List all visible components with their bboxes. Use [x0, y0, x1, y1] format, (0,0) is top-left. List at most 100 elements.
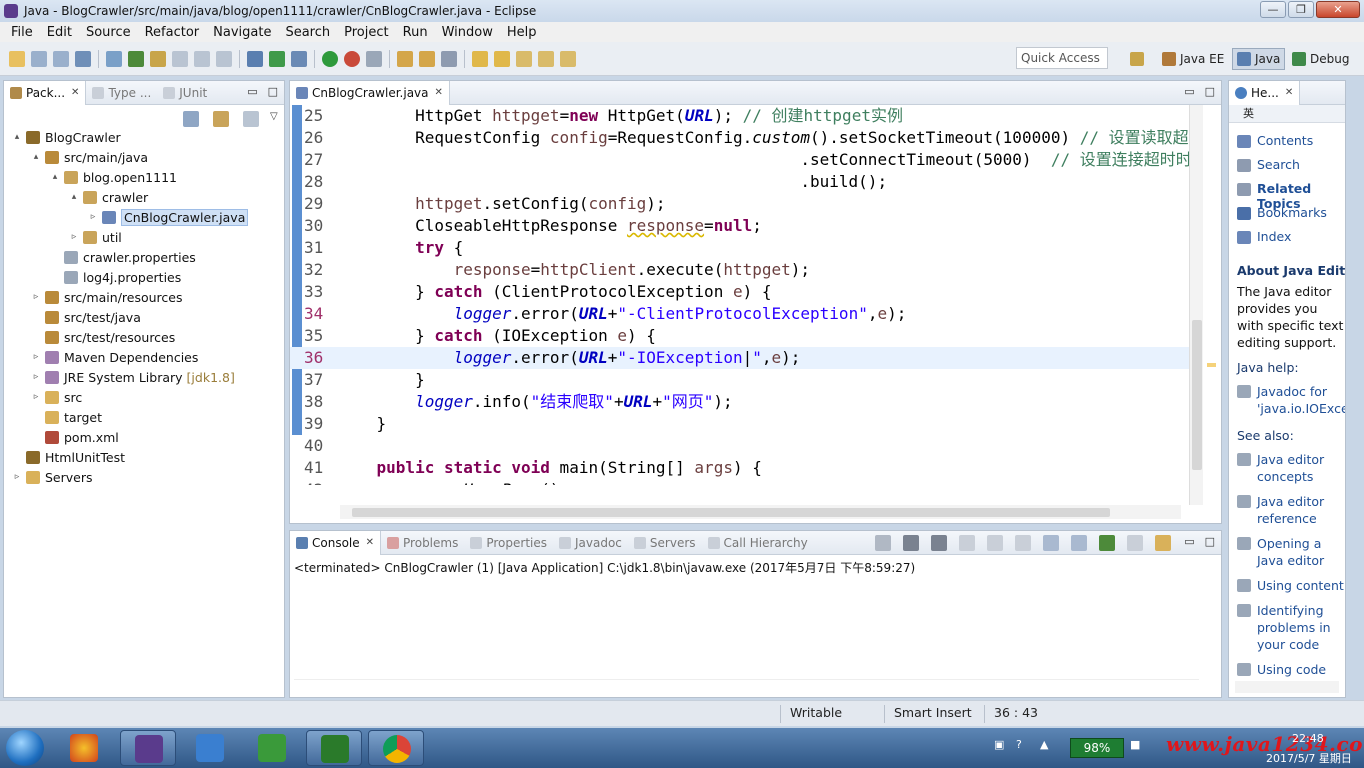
- expand-arrow-icon[interactable]: ▹: [12, 472, 22, 482]
- code-line[interactable]: 40: [290, 435, 1191, 457]
- debug-icon[interactable]: [247, 50, 263, 67]
- taskbar-app-camtasia[interactable]: [244, 730, 300, 766]
- see-also-link[interactable]: Identifying problems in your code: [1237, 602, 1345, 653]
- toggle-mark-occurrences-icon[interactable]: [150, 50, 166, 67]
- maximize-view-icon[interactable]: □: [268, 85, 278, 98]
- code-area[interactable]: 25 HttpGet httpget=new HttpGet(URL); // …: [290, 105, 1191, 485]
- scroll-thumb[interactable]: [352, 508, 1110, 517]
- word-wrap-icon[interactable]: [216, 50, 232, 67]
- tab-type-hierarchy[interactable]: Type ...: [86, 81, 157, 105]
- scroll-thumb[interactable]: [1192, 320, 1202, 470]
- tree-node[interactable]: ▹ src: [31, 387, 83, 407]
- tab-junit[interactable]: JUnit: [157, 81, 213, 105]
- open-console-icon[interactable]: [1155, 535, 1171, 551]
- start-button[interactable]: [6, 730, 44, 766]
- overview-ruler[interactable]: [1205, 105, 1219, 505]
- search-icon[interactable]: [441, 50, 457, 67]
- tree-node[interactable]: log4j.properties: [50, 267, 181, 287]
- help-bookmarks-link[interactable]: Bookmarks: [1237, 205, 1327, 220]
- tab-help[interactable]: He... ✕: [1229, 81, 1301, 105]
- see-also-link[interactable]: Opening a Java editor: [1237, 535, 1345, 569]
- power-icon[interactable]: ■: [1130, 738, 1140, 751]
- minimize-view-icon[interactable]: ▭: [1184, 535, 1194, 548]
- open-folder-icon[interactable]: [397, 50, 413, 67]
- remove-launch-icon[interactable]: [903, 535, 919, 551]
- expand-arrow-icon[interactable]: ▴: [50, 172, 60, 182]
- open-task-icon[interactable]: [419, 50, 435, 67]
- menu-run[interactable]: Run: [396, 25, 435, 40]
- close-icon[interactable]: ✕: [435, 87, 443, 98]
- tab-call-hierarchy[interactable]: Call Hierarchy: [702, 531, 814, 555]
- console-horizontal-scrollbar[interactable]: [294, 679, 1199, 691]
- tree-node[interactable]: target: [31, 407, 102, 427]
- code-line[interactable]: 28 .build();: [290, 171, 1191, 193]
- tree-node[interactable]: ▹ src/main/resources: [31, 287, 183, 307]
- code-line[interactable]: 39 }: [290, 413, 1191, 435]
- tree-node[interactable]: src/test/java: [31, 307, 141, 327]
- menu-file[interactable]: File: [4, 25, 40, 40]
- show-on-output-icon[interactable]: [1043, 535, 1059, 551]
- see-also-link[interactable]: Using content assist: [1237, 577, 1345, 594]
- menu-edit[interactable]: Edit: [40, 25, 79, 40]
- menu-navigate[interactable]: Navigate: [206, 25, 278, 40]
- code-line[interactable]: 27 .setConnectTimeout(5000) // 设置连接超时时间: [290, 149, 1191, 171]
- clear-console-icon[interactable]: [959, 535, 975, 551]
- menu-refactor[interactable]: Refactor: [138, 25, 207, 40]
- quick-access-input[interactable]: Quick Access: [1016, 47, 1108, 69]
- code-line[interactable]: 42 parseHomePage();: [290, 479, 1191, 485]
- menu-help[interactable]: Help: [500, 25, 544, 40]
- block-selection-icon[interactable]: [172, 50, 188, 67]
- tree-node[interactable]: HtmlUnitTest: [12, 447, 125, 467]
- skip-breakpoints-icon[interactable]: [106, 50, 122, 67]
- menu-source[interactable]: Source: [79, 25, 138, 40]
- tree-node[interactable]: ▹ Servers: [12, 467, 93, 487]
- expand-arrow-icon[interactable]: ▹: [31, 392, 41, 402]
- tab-properties[interactable]: Properties: [464, 531, 553, 555]
- maximize-button[interactable]: ❐: [1288, 1, 1314, 18]
- menu-project[interactable]: Project: [337, 25, 395, 40]
- maximize-view-icon[interactable]: □: [1205, 85, 1215, 98]
- close-icon[interactable]: ✕: [71, 87, 79, 98]
- tree-node[interactable]: src/test/resources: [31, 327, 175, 347]
- code-line[interactable]: 31 try {: [290, 237, 1191, 259]
- tree-node[interactable]: ▴ blog.open1111: [50, 167, 177, 187]
- help-search-link[interactable]: Search: [1237, 157, 1300, 172]
- tree-node[interactable]: ▹ JRE System Library [jdk1.8]: [31, 367, 235, 387]
- taskbar-app-media[interactable]: [56, 730, 112, 766]
- see-also-link[interactable]: Using code: [1237, 661, 1345, 678]
- help-index-link[interactable]: Index: [1237, 229, 1291, 244]
- code-line[interactable]: 41 public static void main(String[] args…: [290, 457, 1191, 479]
- tree-node[interactable]: crawler.properties: [50, 247, 196, 267]
- code-line[interactable]: 26 RequestConfig config=RequestConfig.cu…: [290, 127, 1191, 149]
- tab-package-explorer[interactable]: Pack... ✕: [4, 80, 87, 105]
- javadoc-link[interactable]: Javadoc for 'java.io.IOException': [1237, 383, 1345, 417]
- tree-node[interactable]: ▹ CnBlogCrawler.java: [88, 207, 249, 227]
- help-horizontal-scrollbar[interactable]: [1235, 681, 1339, 693]
- close-button[interactable]: ✕: [1316, 1, 1360, 18]
- save-icon[interactable]: [31, 50, 47, 67]
- menu-window[interactable]: Window: [435, 25, 500, 40]
- expand-arrow-icon[interactable]: ▹: [69, 232, 79, 242]
- code-line[interactable]: 38 logger.info("结束爬取"+URL+"网页");: [290, 391, 1191, 413]
- perspective-debug[interactable]: Debug: [1288, 48, 1353, 70]
- expand-arrow-icon[interactable]: ▴: [31, 152, 41, 162]
- maximize-view-icon[interactable]: □: [1205, 535, 1215, 548]
- minimize-view-icon[interactable]: ▭: [1184, 85, 1194, 98]
- code-line[interactable]: 32 response=httpClient.execute(httpget);: [290, 259, 1191, 281]
- close-icon[interactable]: ✕: [366, 537, 374, 548]
- scroll-lock-icon[interactable]: [987, 535, 1003, 551]
- battery-indicator[interactable]: 98%: [1070, 738, 1124, 758]
- editor-vertical-scrollbar[interactable]: [1189, 105, 1203, 505]
- tab-problems[interactable]: Problems: [381, 531, 464, 555]
- focus-icon[interactable]: [243, 111, 259, 127]
- expand-arrow-icon[interactable]: ▹: [31, 372, 41, 382]
- help-contents-link[interactable]: Contents: [1237, 133, 1313, 148]
- tree-node[interactable]: ▹ Maven Dependencies: [31, 347, 199, 367]
- code-line[interactable]: 29 httpget.setConfig(config);: [290, 193, 1191, 215]
- code-line[interactable]: 36 logger.error(URL+"-IOException|",e);: [290, 347, 1191, 369]
- previous-annotation-icon[interactable]: [494, 50, 510, 67]
- occurrence-marker[interactable]: [1207, 363, 1216, 367]
- see-also-link[interactable]: Java editor concepts: [1237, 451, 1345, 485]
- external-tools-icon[interactable]: [344, 50, 360, 67]
- refresh-icon[interactable]: [269, 50, 285, 67]
